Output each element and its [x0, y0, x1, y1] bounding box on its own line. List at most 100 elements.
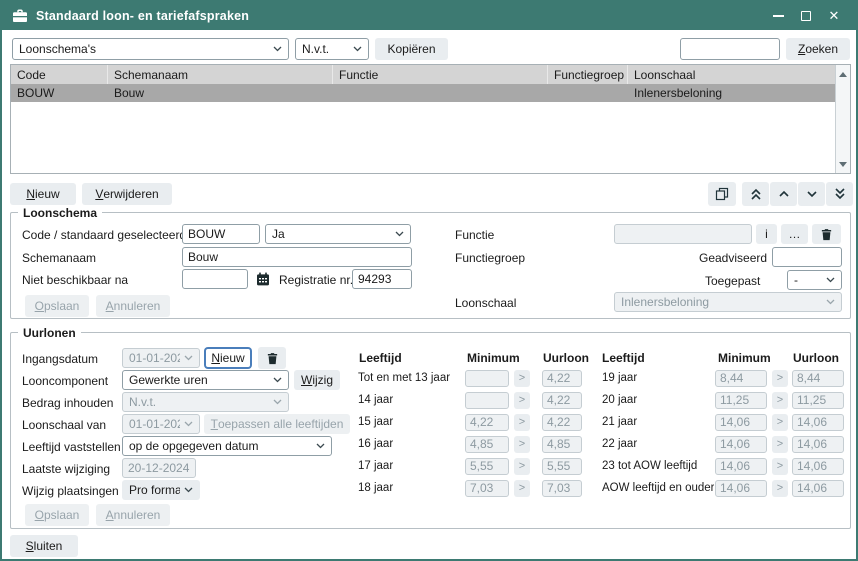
laatste-wijziging-label: Laatste wijziging	[22, 462, 110, 476]
last-record-button[interactable]	[826, 182, 853, 206]
ingangsdatum-select-value: 01-01-2025	[129, 351, 180, 365]
duplicate-button[interactable]	[708, 182, 736, 206]
ages-left: Tot en met 13 jaar>14 jaar>15 jaar>16 ja…	[358, 367, 590, 499]
uurloon-input	[542, 392, 582, 409]
uurloon-input	[542, 370, 582, 387]
bedrag-inhouden-label: Bedrag inhouden	[22, 396, 113, 410]
maximize-button[interactable]	[794, 5, 818, 27]
minimum-input	[715, 414, 767, 431]
leeftijd-vaststellen-select[interactable]: op de opgegeven datum	[122, 436, 332, 456]
standard-select-value: Ja	[272, 227, 391, 241]
trash-icon	[266, 352, 279, 365]
minimum-input	[465, 392, 509, 409]
code-label: Code / standaard geselecteerd	[22, 228, 186, 242]
column-header-functiegroep[interactable]: Functiegroep	[548, 65, 628, 84]
ingangsdatum-select: 01-01-2025	[122, 348, 200, 368]
uurloon-input	[792, 458, 844, 475]
copy-minimum-button: >	[514, 436, 530, 453]
age-row: 18 jaar>	[358, 477, 590, 499]
browse-functie-button[interactable]: …	[781, 224, 808, 244]
bedrag-inhouden-select-value: N.v.t.	[129, 395, 269, 409]
age-header-uurloon-right: Uurloon	[793, 351, 839, 365]
loonschaal-van-select: 01-01-2025	[122, 414, 200, 434]
age-row: AOW leeftijd en ouder>	[602, 477, 847, 499]
previous-record-button[interactable]	[770, 182, 797, 206]
minimum-input	[465, 480, 509, 497]
double-chevron-down-icon	[834, 188, 846, 200]
column-header-functie[interactable]: Functie	[333, 65, 548, 84]
code-input[interactable]	[182, 224, 260, 244]
next-record-button[interactable]	[798, 182, 825, 206]
toegepast-select[interactable]: -	[787, 270, 842, 290]
wijzig-plaatsingen-select[interactable]: Pro forma	[122, 480, 200, 500]
copy-schema-button[interactable]: Kopiëren	[375, 38, 448, 60]
copy-minimum-button: >	[514, 414, 530, 431]
loonschema-save-button: Opslaan	[25, 295, 89, 317]
copy-minimum-button: >	[772, 414, 788, 431]
minimum-input	[465, 370, 509, 387]
scroll-down-icon[interactable]	[837, 159, 850, 169]
new-schema-button[interactable]: Nieuw	[10, 183, 76, 205]
schema-type-select[interactable]: Loonschema's	[12, 38, 289, 60]
table-cell-code: BOUW	[11, 84, 108, 102]
uurloon-input	[792, 392, 844, 409]
geadviseerd-label: Geadviseerd	[699, 251, 767, 265]
age-label: 14 jaar	[358, 394, 463, 406]
uurloon-input	[542, 458, 582, 475]
search-input[interactable]	[680, 38, 780, 60]
uurloon-input	[792, 436, 844, 453]
wijzig-plaatsingen-select-value: Pro forma	[129, 483, 180, 497]
search-button[interactable]: Zoeken	[786, 38, 850, 60]
copy-minimum-button: >	[514, 370, 530, 387]
first-record-button[interactable]	[742, 182, 769, 206]
filter-select[interactable]: N.v.t.	[295, 38, 369, 60]
scroll-up-icon[interactable]	[837, 69, 850, 79]
schemanaam-input[interactable]	[182, 247, 412, 267]
column-header-loonschaal[interactable]: Loonschaal	[628, 65, 850, 84]
minimum-input	[715, 458, 767, 475]
delete-schema-button[interactable]: Verwijderen	[82, 183, 172, 205]
uurloon-input	[542, 414, 582, 431]
toepassen-alle-leeftijden-button: Toepassen alle leeftijden	[204, 414, 350, 434]
delete-uurloon-button[interactable]	[258, 347, 286, 369]
age-row: 21 jaar>	[602, 411, 847, 433]
column-header-schemanaam[interactable]: Schemanaam	[108, 65, 333, 84]
table-scrollbar[interactable]	[835, 65, 850, 173]
minimize-button[interactable]	[766, 5, 790, 27]
registratie-input[interactable]	[352, 269, 412, 289]
age-label: 17 jaar	[358, 460, 463, 472]
uurlonen-save-button: Opslaan	[25, 504, 89, 526]
new-uurloon-button[interactable]: Nieuw	[204, 347, 252, 369]
calendar-button[interactable]	[252, 269, 274, 289]
minimum-input	[715, 392, 767, 409]
chevron-down-icon	[806, 188, 818, 200]
loonschaal-select: Inlenersbeloning	[614, 292, 842, 312]
age-label: AOW leeftijd en ouder	[602, 482, 714, 494]
geadviseerd-input[interactable]	[772, 247, 842, 267]
table-cell-schemanaam: Bouw	[108, 84, 333, 102]
calendar-icon	[256, 272, 270, 286]
close-button[interactable]: ✕	[822, 5, 846, 27]
niet-beschikbaar-input[interactable]	[182, 269, 248, 289]
age-label: 20 jaar	[602, 394, 714, 406]
wijzig-button[interactable]: Wijzig	[294, 370, 340, 390]
age-row: 23 tot AOW leeftijd>	[602, 455, 847, 477]
age-row: 15 jaar>	[358, 411, 590, 433]
copy-icon	[715, 187, 729, 201]
age-label: 18 jaar	[358, 482, 463, 494]
delete-functie-button[interactable]	[812, 224, 841, 244]
standard-select[interactable]: Ja	[265, 224, 411, 244]
close-window-button[interactable]: Sluiten	[10, 535, 78, 557]
age-row: 19 jaar>	[602, 367, 847, 389]
uurloon-input	[792, 414, 844, 431]
bedrag-inhouden-select: N.v.t.	[122, 392, 289, 412]
laatste-wijziging-input	[122, 458, 196, 478]
age-header-leeftijd-right: Leeftijd	[602, 351, 645, 365]
info-button[interactable]: i	[756, 224, 777, 244]
table-row[interactable]: BOUWBouwInlenersbeloning	[11, 84, 850, 102]
looncomponent-select[interactable]: Gewerkte uren	[122, 370, 289, 390]
column-header-code[interactable]: Code	[11, 65, 108, 84]
schema-table-header: Code Schemanaam Functie Functiegroep Loo…	[11, 65, 850, 84]
schema-table-body: BOUWBouwInlenersbeloning	[11, 84, 850, 102]
schema-table: Code Schemanaam Functie Functiegroep Loo…	[10, 64, 851, 174]
